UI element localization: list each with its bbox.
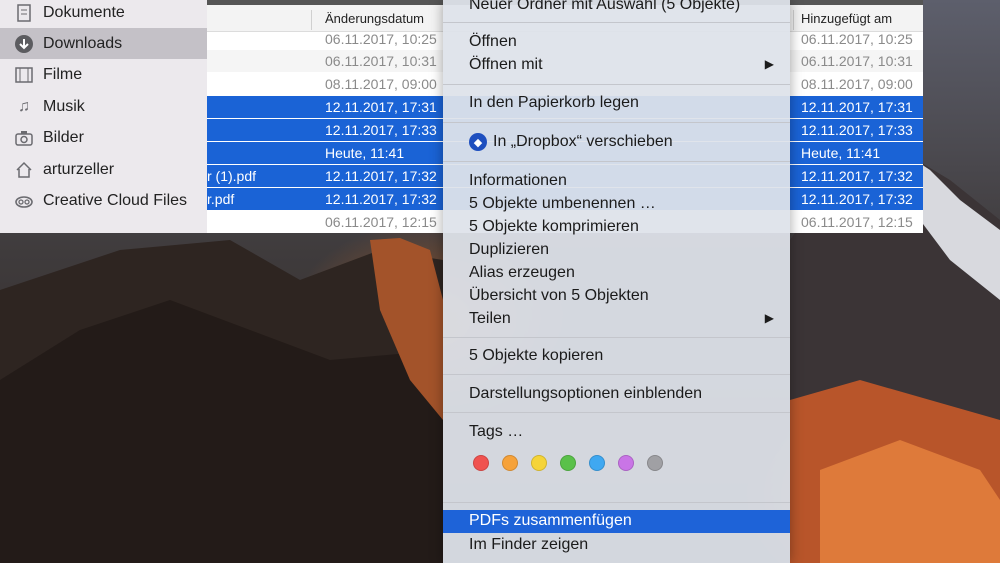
menu-item-new-folder[interactable]: Neuer Ordner mit Auswahl (5 Objekte) (443, 0, 790, 17)
sidebar-item-label: Creative Cloud Files (43, 191, 188, 209)
menu-item-label: Öffnen (469, 33, 517, 50)
document-icon (13, 2, 35, 24)
modified-date: 06.11.2017, 10:25 (325, 31, 437, 47)
tag-yellow-icon[interactable] (531, 455, 547, 471)
modified-date: 12.11.2017, 17:32 (325, 168, 437, 184)
dropbox-icon: ◆ (469, 133, 487, 151)
menu-item-rename[interactable]: 5 Objekte umbenennen … (443, 193, 790, 216)
menu-item-overview[interactable]: Übersicht von 5 Objekten (443, 285, 790, 308)
sidebar-item-label: Dokumente (43, 3, 125, 21)
menu-item-info[interactable]: Informationen (443, 170, 790, 193)
column-divider (311, 10, 312, 30)
creative-cloud-icon (13, 190, 35, 212)
menu-item-label: Darstellungsoptionen einblenden (469, 385, 703, 402)
menu-item-label: Tags … (469, 423, 524, 440)
tag-orange-icon[interactable] (502, 455, 518, 471)
menu-item-label: Öffnen mit (469, 56, 543, 73)
menu-item-label: Alias erzeugen (469, 264, 575, 281)
column-header-modified[interactable]: Änderungsdatum (325, 11, 424, 26)
modified-date: 08.11.2017, 09:00 (325, 76, 437, 92)
added-date: 08.11.2017, 09:00 (801, 76, 913, 92)
added-date: 06.11.2017, 10:31 (801, 53, 913, 69)
tag-gray-icon[interactable] (647, 455, 663, 471)
sidebar-item-downloads[interactable]: Downloads (0, 28, 207, 59)
menu-item-label: Neuer Ordner mit Auswahl (5 Objekte) (469, 0, 741, 13)
tag-blue-icon[interactable] (589, 455, 605, 471)
music-icon: ♫ (18, 97, 30, 115)
menu-item-compress[interactable]: 5 Objekte komprimieren (443, 216, 790, 239)
menu-item-label: 5 Objekte kopieren (469, 347, 604, 364)
menu-item-show-in-finder[interactable]: Im Finder zeigen (443, 534, 790, 557)
sidebar-item-label: Musik (43, 97, 85, 115)
menu-separator (443, 84, 790, 85)
home-icon (13, 159, 35, 181)
sidebar-item-bilder[interactable]: Bilder (0, 122, 207, 153)
menu-item-open[interactable]: Öffnen (443, 31, 790, 54)
menu-item-label: Im Finder zeigen (469, 536, 589, 553)
menu-separator (443, 161, 790, 162)
added-date: 06.11.2017, 12:15 (801, 214, 913, 230)
column-header-added[interactable]: Hinzugefügt am (801, 11, 892, 26)
finder-sidebar: Dokumente Downloads Filme ♫ Musik Bilder… (0, 0, 207, 233)
menu-item-label: Duplizieren (469, 241, 550, 258)
tag-purple-icon[interactable] (618, 455, 634, 471)
modified-date: 12.11.2017, 17:33 (325, 122, 437, 138)
menu-item-duplicate[interactable]: Duplizieren (443, 239, 790, 262)
menu-item-trash[interactable]: In den Papierkorb legen (443, 92, 790, 115)
sidebar-item-label: Filme (43, 65, 83, 83)
menu-separator (443, 412, 790, 413)
added-date: 12.11.2017, 17:31 (801, 99, 913, 115)
sidebar-item-dokumente[interactable]: Dokumente (0, 0, 207, 28)
menu-item-share[interactable]: Teilen ▶ (443, 308, 790, 331)
menu-item-label: PDFs zusammenfügen (469, 512, 632, 529)
camera-icon (13, 127, 35, 149)
modified-date: 06.11.2017, 10:31 (325, 53, 437, 69)
sidebar-item-label: Downloads (43, 34, 123, 52)
sidebar-item-arturzeller[interactable]: arturzeller (0, 154, 207, 185)
menu-item-open-with[interactable]: Öffnen mit ▶ (443, 54, 790, 77)
menu-item-alias[interactable]: Alias erzeugen (443, 262, 790, 285)
menu-item-label: 5 Objekte komprimieren (469, 218, 639, 235)
menu-item-dropbox[interactable]: ◆ In „Dropbox“ verschieben (443, 131, 790, 154)
menu-item-merge-pdfs[interactable]: PDFs zusammenfügen (443, 510, 790, 533)
sidebar-item-label: arturzeller (43, 160, 115, 178)
modified-date: 12.11.2017, 17:31 (325, 99, 437, 115)
context-menu: Neuer Ordner mit Auswahl (5 Objekte) Öff… (443, 0, 790, 563)
menu-separator (443, 22, 790, 23)
menu-separator (443, 337, 790, 338)
column-divider (793, 10, 794, 30)
added-date: 12.11.2017, 17:32 (801, 168, 913, 184)
added-date: 12.11.2017, 17:32 (801, 191, 913, 207)
tag-red-icon[interactable] (473, 455, 489, 471)
menu-item-label: In „Dropbox“ verschieben (493, 133, 673, 150)
sidebar-item-label: Bilder (43, 128, 84, 146)
submenu-arrow-icon: ▶ (764, 57, 774, 71)
menu-item-copy[interactable]: 5 Objekte kopieren (443, 345, 790, 368)
sidebar-item-creative-cloud[interactable]: Creative Cloud Files (0, 185, 207, 216)
sidebar-item-musik[interactable]: ♫ Musik (0, 91, 207, 122)
download-icon (13, 33, 35, 55)
menu-separator (443, 502, 790, 503)
menu-item-label: In den Papierkorb legen (469, 94, 639, 111)
film-icon (13, 64, 35, 86)
modified-date: 12.11.2017, 17:32 (325, 191, 437, 207)
sidebar-item-filme[interactable]: Filme (0, 59, 207, 90)
file-name: r.pdf (207, 191, 235, 207)
modified-date: 06.11.2017, 12:15 (325, 214, 437, 230)
menu-item-view-options[interactable]: Darstellungsoptionen einblenden (443, 383, 790, 406)
menu-item-label: 5 Objekte umbenennen … (469, 195, 656, 212)
menu-separator (443, 122, 790, 123)
file-name: r (1).pdf (207, 168, 257, 184)
menu-separator (443, 374, 790, 375)
submenu-arrow-icon: ▶ (764, 311, 774, 325)
added-date: 12.11.2017, 17:33 (801, 122, 913, 138)
menu-item-label: Teilen (469, 310, 511, 327)
menu-item-label: Informationen (469, 172, 567, 189)
menu-item-tags[interactable]: Tags … (443, 421, 790, 444)
added-date: Heute, 11:41 (801, 145, 881, 161)
tag-green-icon[interactable] (560, 455, 576, 471)
menu-item-label: Übersicht von 5 Objekten (469, 287, 649, 304)
added-date: 06.11.2017, 10:25 (801, 31, 913, 47)
modified-date: Heute, 11:41 (325, 145, 405, 161)
